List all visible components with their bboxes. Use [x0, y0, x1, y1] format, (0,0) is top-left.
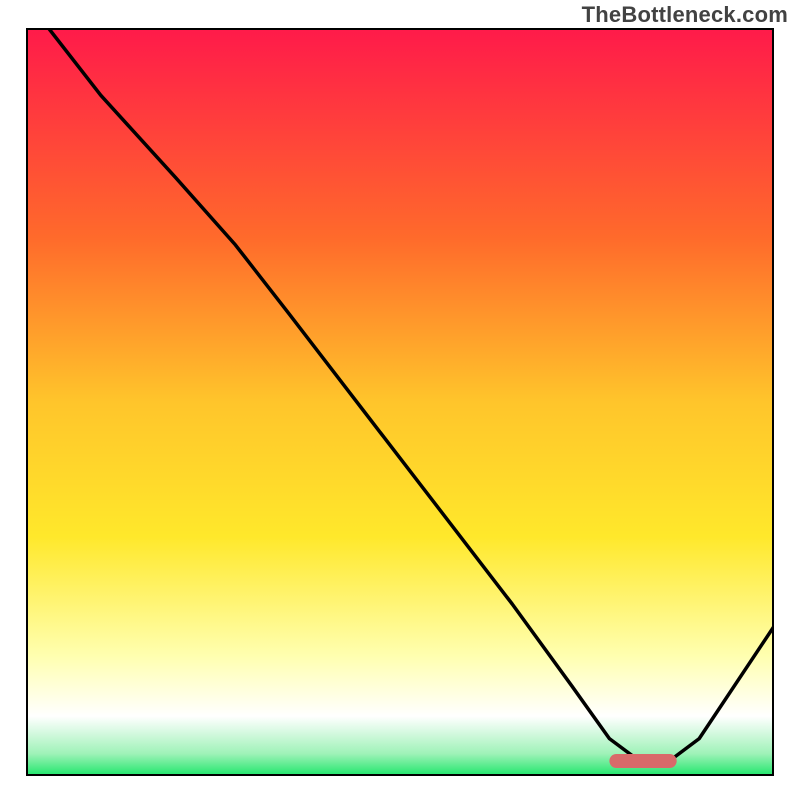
chart-svg	[26, 28, 774, 776]
gradient-background	[26, 28, 774, 776]
chart-frame: TheBottleneck.com	[0, 0, 800, 800]
plot-area	[26, 28, 774, 776]
optimal-marker	[609, 754, 676, 768]
watermark-label: TheBottleneck.com	[582, 2, 788, 28]
